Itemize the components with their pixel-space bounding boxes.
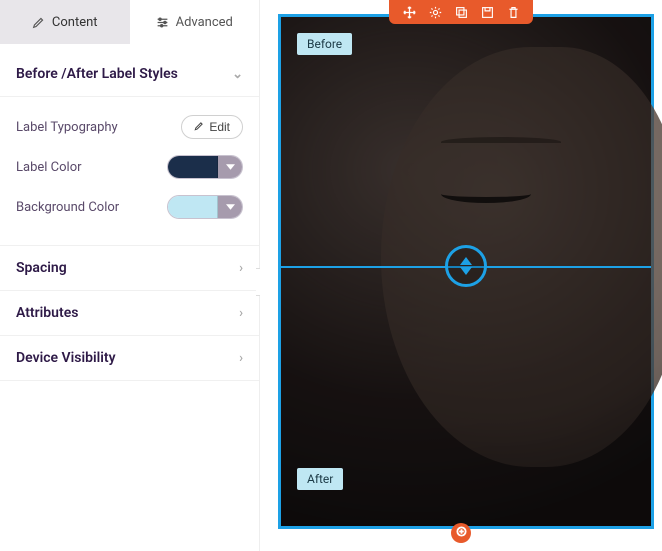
before-label: Before	[297, 33, 352, 55]
control-label-color: Label Color	[16, 147, 243, 187]
background-color-label: Background Color	[16, 200, 119, 215]
chevron-down-icon: ⌄	[232, 67, 243, 82]
chevron-right-icon: ›	[239, 261, 243, 276]
pencil-icon	[32, 15, 46, 29]
section-label-styles[interactable]: Before /After Label Styles ⌄	[0, 44, 259, 97]
add-widget-button[interactable]	[451, 523, 471, 543]
edit-button-label: Edit	[209, 120, 230, 134]
preview-canvas: Before After	[260, 0, 662, 551]
settings-sidebar: Content Advanced Before /After Label Sty…	[0, 0, 260, 551]
label-color-swatch	[168, 156, 218, 178]
gear-icon[interactable]	[427, 4, 443, 20]
trash-icon[interactable]	[505, 4, 521, 20]
label-styles-controls: Label Typography Edit Label Color Backgr…	[0, 97, 259, 246]
comparison-handle[interactable]	[445, 245, 487, 287]
chevron-right-icon: ›	[239, 306, 243, 321]
duplicate-icon[interactable]	[453, 4, 469, 20]
tab-advanced[interactable]: Advanced	[130, 0, 260, 44]
chevron-down-icon	[218, 196, 242, 218]
control-typography: Label Typography Edit	[16, 107, 243, 147]
pencil-icon	[194, 120, 204, 134]
sidebar-tabs: Content Advanced	[0, 0, 259, 44]
typography-edit-button[interactable]: Edit	[181, 115, 243, 139]
tab-content[interactable]: Content	[0, 0, 130, 44]
typography-label: Label Typography	[16, 120, 118, 135]
after-label: After	[297, 468, 343, 490]
plus-icon	[456, 525, 467, 541]
section-attributes-title: Attributes	[16, 305, 78, 321]
background-color-picker[interactable]	[167, 195, 243, 219]
control-background-color: Background Color	[16, 187, 243, 227]
triangle-down-icon	[460, 267, 472, 275]
section-spacing[interactable]: Spacing ›	[0, 246, 259, 291]
triangle-up-icon	[460, 257, 472, 265]
tab-advanced-label: Advanced	[176, 15, 233, 30]
tab-content-label: Content	[52, 15, 98, 30]
label-color-label: Label Color	[16, 160, 82, 175]
label-color-picker[interactable]	[167, 155, 243, 179]
save-icon[interactable]	[479, 4, 495, 20]
sliders-icon	[156, 15, 170, 29]
before-after-widget[interactable]: Before After	[278, 14, 654, 529]
widget-toolbar	[389, 0, 533, 24]
background-color-swatch	[168, 196, 218, 218]
section-device-visibility-title: Device Visibility	[16, 350, 116, 366]
move-icon[interactable]	[401, 4, 417, 20]
chevron-right-icon: ›	[239, 351, 243, 366]
section-spacing-title: Spacing	[16, 260, 67, 276]
chevron-down-icon	[218, 156, 242, 178]
section-attributes[interactable]: Attributes ›	[0, 291, 259, 336]
section-label-styles-title: Before /After Label Styles	[16, 66, 178, 82]
section-device-visibility[interactable]: Device Visibility ›	[0, 336, 259, 381]
